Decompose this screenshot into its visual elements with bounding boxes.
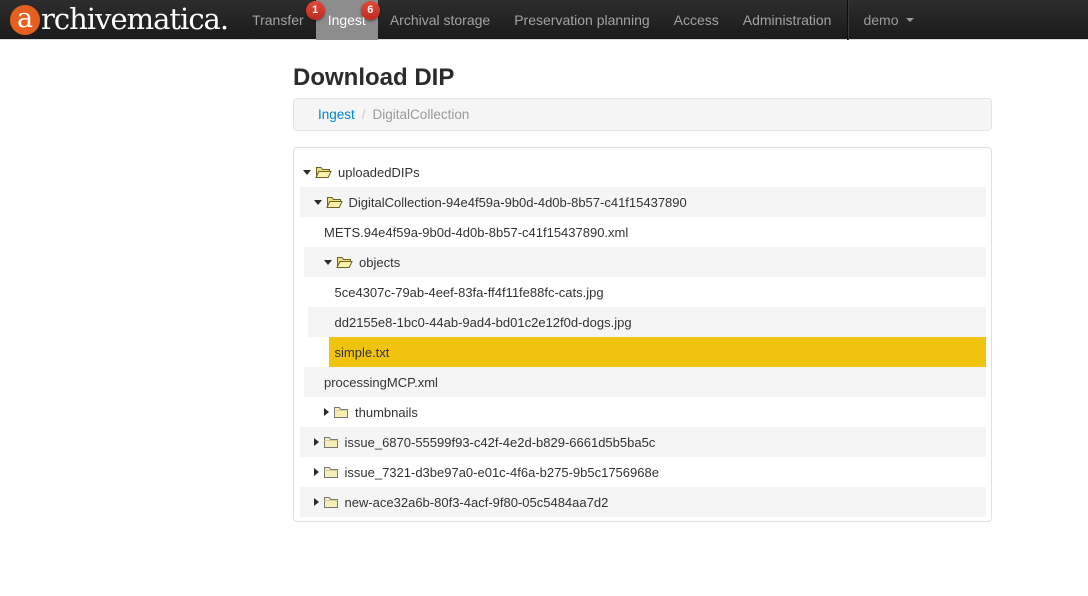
- folder-open-icon: [326, 195, 343, 209]
- dip-file-tree: uploadedDIPs DigitalCollection-94e4f59a-9…: [293, 147, 992, 522]
- tree-item-label: new-ace32a6b-80f3-4acf-9f80-05c5484aa7d2: [345, 495, 609, 510]
- user-menu-label: demo: [863, 12, 898, 28]
- tree-indent: [308, 277, 329, 307]
- caret-right-icon[interactable]: [324, 408, 329, 416]
- tree-indent: [300, 187, 308, 217]
- tree-item-folder[interactable]: DigitalCollection-94e4f59a-9b0d-4d0b-8b5…: [300, 187, 986, 217]
- tree-item-label: objects: [359, 255, 400, 270]
- tree-entry: 5ce4307c-79ab-4eef-83fa-ff4f11fe88fc-cat…: [329, 277, 987, 307]
- tree-entry: dd2155e8-1bc0-44ab-9ad4-bd01c2e12f0d-dog…: [329, 307, 987, 337]
- caret-right-icon[interactable]: [314, 438, 319, 446]
- tree-item-folder[interactable]: issue_6870-55599f93-c42f-4e2d-b829-6661d…: [300, 427, 986, 457]
- breadcrumb: Ingest / DigitalCollection: [293, 98, 992, 131]
- tree-item-file[interactable]: dd2155e8-1bc0-44ab-9ad4-bd01c2e12f0d-dog…: [308, 307, 986, 337]
- folder-open-icon: [336, 255, 353, 269]
- tree-entry: thumbnails: [318, 397, 986, 427]
- nav-item-label: Access: [674, 12, 719, 28]
- tree-item-folder[interactable]: issue_7321-d3be97a0-e01c-4f6a-b275-9b5c1…: [300, 457, 986, 487]
- tree-item-folder[interactable]: objects: [304, 247, 986, 277]
- folder-open-icon: [315, 165, 332, 179]
- tree-entry: uploadedDIPs: [297, 157, 986, 187]
- caret-right-icon[interactable]: [314, 468, 319, 476]
- tree-entry: issue_6870-55599f93-c42f-4e2d-b829-6661d…: [308, 427, 987, 457]
- tree-indent: [300, 457, 308, 487]
- tree-item-label: uploadedDIPs: [338, 165, 420, 180]
- tree-indent: [300, 487, 308, 517]
- tree-indent: [304, 247, 318, 277]
- tree-item-label: simple.txt: [335, 345, 390, 360]
- folder-closed-icon: [323, 465, 339, 479]
- nav-item-transfer[interactable]: Transfer1: [240, 0, 316, 40]
- tree-item-folder[interactable]: uploadedDIPs: [296, 157, 986, 187]
- tree-indent: [308, 337, 329, 367]
- caret-down-icon[interactable]: [303, 170, 311, 175]
- tree-entry: DigitalCollection-94e4f59a-9b0d-4d0b-8b5…: [308, 187, 987, 217]
- tree-item-label: METS.94e4f59a-9b0d-4d0b-8b57-c41f1543789…: [324, 225, 628, 240]
- nav-item-archival-storage[interactable]: Archival storage: [378, 0, 502, 40]
- main-nav: Transfer1Ingest6 Archival storage Preserva…: [240, 0, 843, 40]
- tree-item-label: dd2155e8-1bc0-44ab-9ad4-bd01c2e12f0d-dog…: [335, 315, 632, 330]
- nav-item-label: Archival storage: [390, 12, 490, 28]
- folder-closed-icon: [323, 435, 339, 449]
- tree-indent: [300, 427, 308, 457]
- caret-down-icon[interactable]: [324, 260, 332, 265]
- tree-item-label: issue_7321-d3be97a0-e01c-4f6a-b275-9b5c1…: [345, 465, 659, 480]
- tree-item-folder[interactable]: thumbnails: [304, 397, 986, 427]
- archivematica-logo[interactable]: a rchivematica.: [0, 5, 228, 35]
- nav-item-ingest[interactable]: Ingest6: [316, 0, 378, 40]
- tree-indent: [304, 397, 318, 427]
- tree-item-file[interactable]: METS.94e4f59a-9b0d-4d0b-8b57-c41f1543789…: [304, 217, 986, 247]
- nav-item-label: Transfer: [252, 12, 304, 28]
- tree-entry: processingMCP.xml: [318, 367, 986, 397]
- chevron-down-icon: [906, 18, 914, 22]
- tree-item-folder[interactable]: new-ace32a6b-80f3-4acf-9f80-05c5484aa7d2: [300, 487, 986, 517]
- tree-item-file[interactable]: processingMCP.xml: [304, 367, 986, 397]
- top-navbar: a rchivematica. Transfer1Ingest6 Archival…: [0, 0, 1088, 40]
- logo-wordmark: rchivematica.: [41, 5, 228, 34]
- nav-item-label: Ingest: [328, 12, 366, 28]
- nav-item-label: Preservation planning: [514, 12, 649, 28]
- tree-item-label: issue_6870-55599f93-c42f-4e2d-b829-6661d…: [345, 435, 656, 450]
- nav-item-preservation-planning[interactable]: Preservation planning: [502, 0, 661, 40]
- tree-item-label: thumbnails: [355, 405, 418, 420]
- tree-entry: issue_7321-d3be97a0-e01c-4f6a-b275-9b5c1…: [308, 457, 987, 487]
- tree-entry: new-ace32a6b-80f3-4acf-9f80-05c5484aa7d2: [308, 487, 987, 517]
- folder-closed-icon: [333, 405, 349, 419]
- page-title: Download DIP: [293, 65, 992, 91]
- nav-item-administration[interactable]: Administration: [731, 0, 844, 40]
- tree-indent: [304, 217, 318, 247]
- nav-item-access[interactable]: Access: [662, 0, 731, 40]
- caret-right-icon[interactable]: [314, 498, 319, 506]
- tree-item-file[interactable]: 5ce4307c-79ab-4eef-83fa-ff4f11fe88fc-cat…: [308, 277, 986, 307]
- notification-badge: 1: [306, 1, 325, 20]
- logo-a-mark-icon: a: [10, 5, 40, 35]
- tree-indent: [308, 307, 329, 337]
- breadcrumb-separator: /: [355, 107, 373, 122]
- nav-item-label: Administration: [743, 12, 832, 28]
- tree-indent: [304, 367, 318, 397]
- breadcrumb-link-ingest[interactable]: Ingest: [318, 107, 355, 122]
- tree-entry: METS.94e4f59a-9b0d-4d0b-8b57-c41f1543789…: [318, 217, 986, 247]
- tree-item-label: DigitalCollection-94e4f59a-9b0d-4d0b-8b5…: [349, 195, 687, 210]
- tree-item-file[interactable]: simple.txt: [308, 337, 986, 367]
- tree-item-label: 5ce4307c-79ab-4eef-83fa-ff4f11fe88fc-cat…: [335, 285, 604, 300]
- breadcrumb-current: DigitalCollection: [373, 107, 470, 122]
- folder-closed-icon: [323, 495, 339, 509]
- tree-item-label: processingMCP.xml: [324, 375, 438, 390]
- main-content: Download DIP Ingest / DigitalCollection …: [293, 40, 992, 522]
- tree-entry-selected: simple.txt: [329, 337, 987, 367]
- caret-down-icon[interactable]: [314, 200, 322, 205]
- tree-entry: objects: [318, 247, 986, 277]
- user-menu[interactable]: demo: [849, 0, 927, 40]
